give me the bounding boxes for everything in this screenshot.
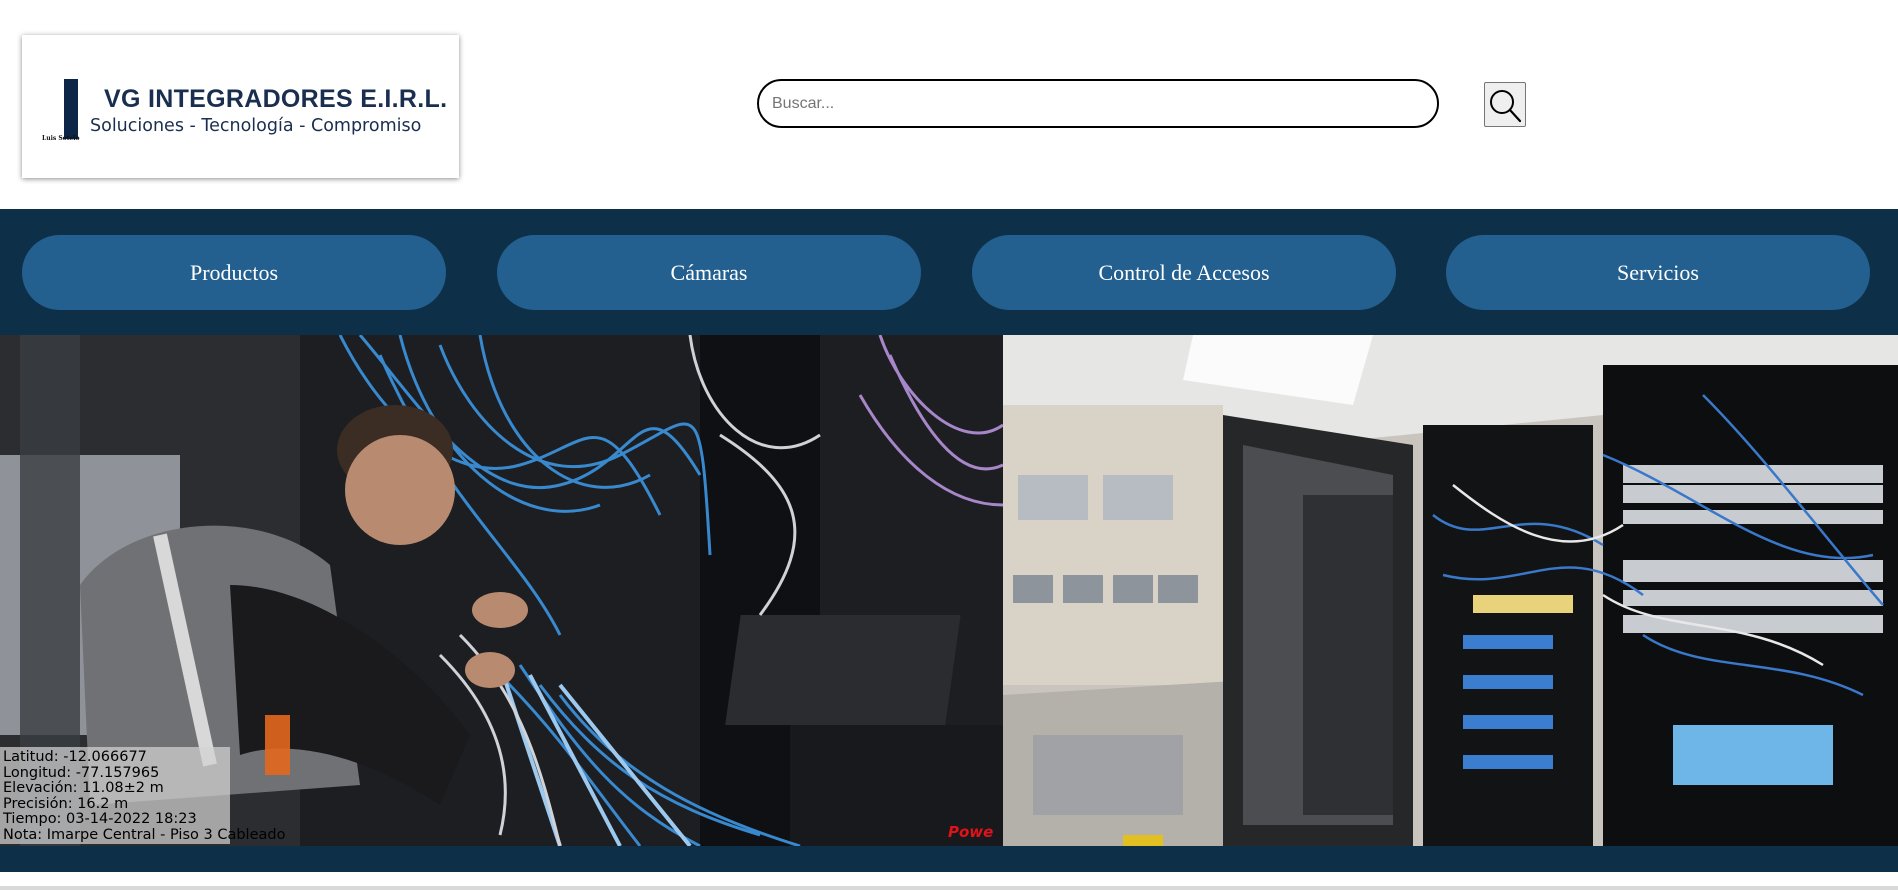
page-divider xyxy=(0,886,1898,890)
geotag-overlay: Latitud: -12.066677 Longitud: -77.157965… xyxy=(0,747,286,844)
search-icon xyxy=(1490,90,1522,123)
nav-servicios-button[interactable]: Servicios xyxy=(1446,235,1870,310)
geotag-latitude: Latitud: -12.066677 xyxy=(3,749,147,765)
logo-mini-text: Luis Sotelo xyxy=(42,135,80,142)
geotag-longitude: Longitud: -77.157965 xyxy=(3,764,160,781)
search-input[interactable] xyxy=(757,79,1439,128)
photo-watermark: Powe xyxy=(948,823,994,841)
nav-productos-button[interactable]: Productos xyxy=(22,235,446,310)
server-room-photo xyxy=(1003,335,1898,846)
geotag-time: Tiempo: 03-14-2022 18:23 xyxy=(3,811,197,827)
search-button[interactable] xyxy=(1484,82,1526,127)
technician-cabling-photo: Latitud: -12.066677 Longitud: -77.157965… xyxy=(0,335,1003,846)
nav-label: Control de Accesos xyxy=(1098,259,1270,285)
nav-label: Productos xyxy=(190,259,278,285)
geotag-elevation: Elevación: 11.08±2 m xyxy=(3,780,164,796)
nav-control-accesos-button[interactable]: Control de Accesos xyxy=(972,235,1396,310)
nav-camaras-button[interactable]: Cámaras xyxy=(497,235,921,310)
geotag-note: Nota: Imarpe Central - Piso 3 Cableado xyxy=(3,826,286,843)
company-logo[interactable]: Luis Sotelo VG INTEGRADORES E.I.R.L. Sol… xyxy=(22,35,459,178)
nav-label: Servicios xyxy=(1617,259,1699,285)
nav-label: Cámaras xyxy=(670,259,748,285)
main-nav: Productos Cámaras Control de Accesos Ser… xyxy=(0,209,1898,335)
footer-strip xyxy=(0,846,1898,872)
site-header: Luis Sotelo VG INTEGRADORES E.I.R.L. Sol… xyxy=(0,0,1898,209)
logo-company-name: VG INTEGRADORES E.I.R.L. xyxy=(104,85,448,113)
geotag-precision: Precisión: 16.2 m xyxy=(3,795,129,812)
hero-photos: Latitud: -12.066677 Longitud: -77.157965… xyxy=(0,335,1898,846)
logo-mark xyxy=(64,79,78,139)
logo-tagline: Soluciones - Tecnología - Compromiso xyxy=(90,116,422,136)
